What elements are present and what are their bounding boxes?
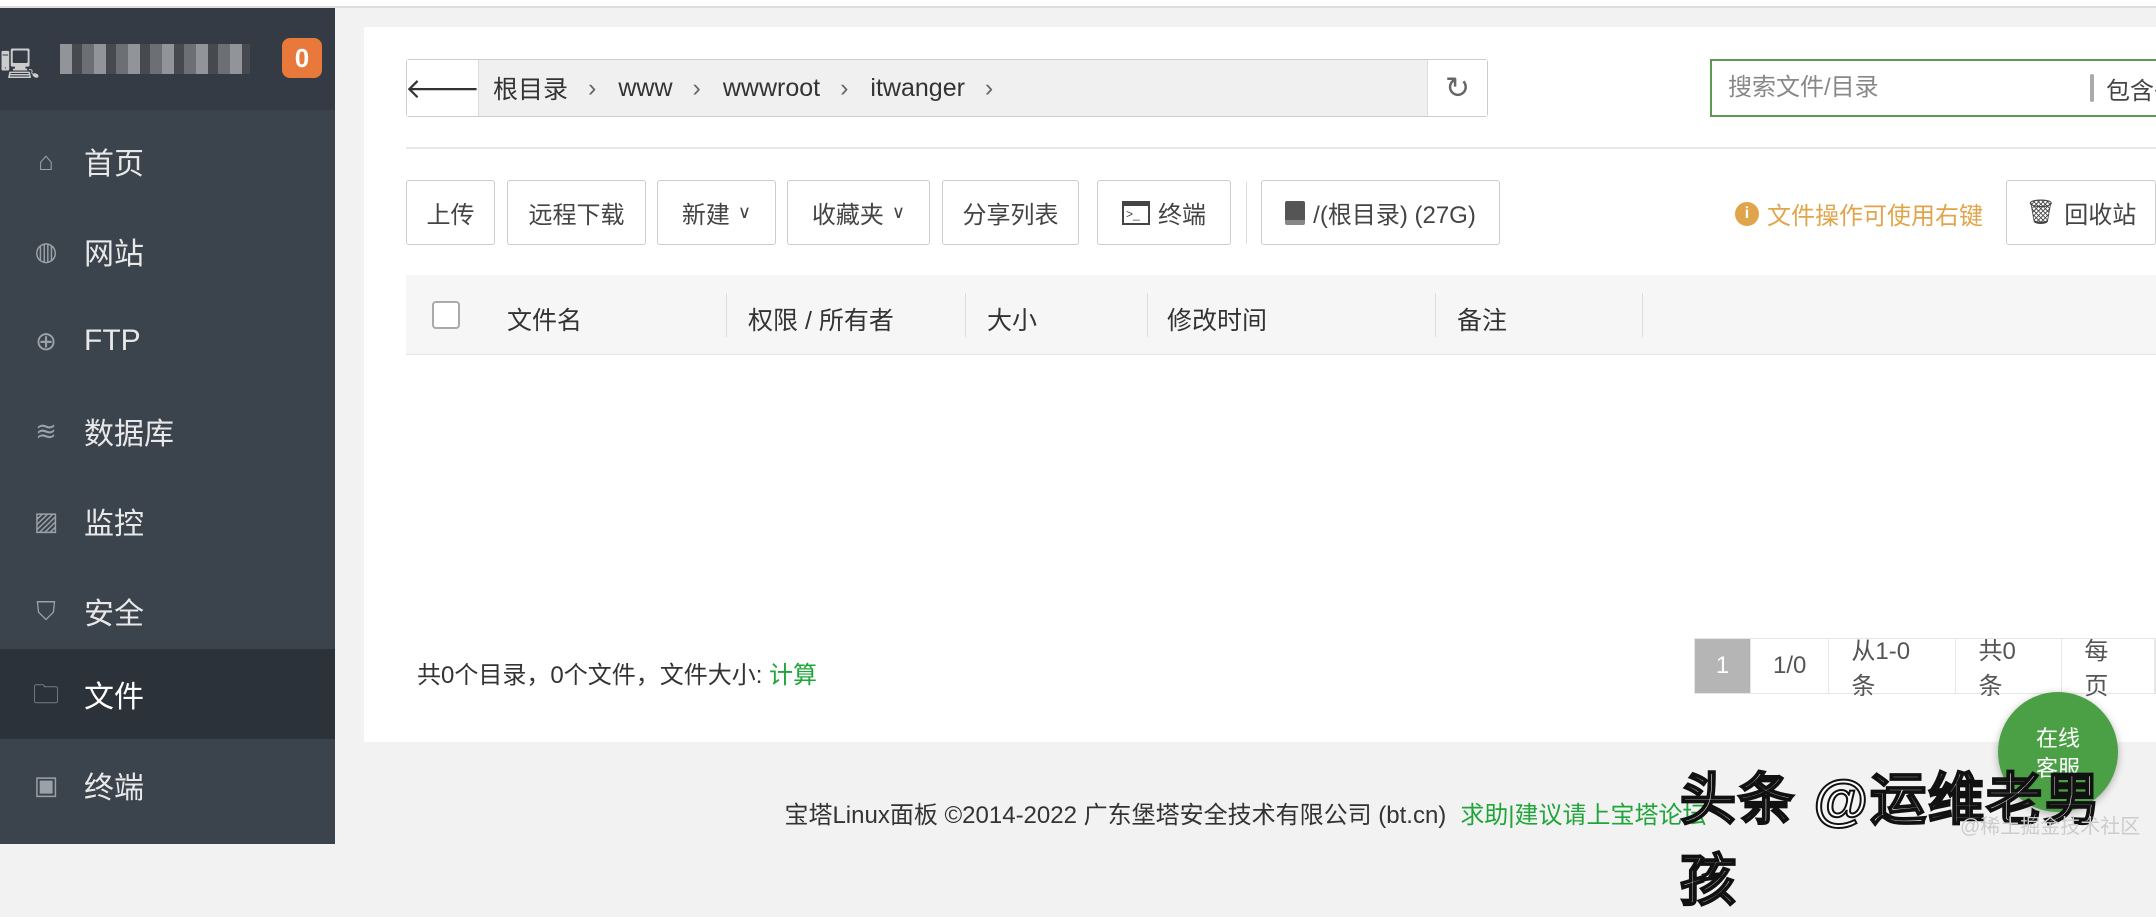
sidebar-item-files[interactable]: 🗀 文件	[0, 649, 335, 739]
recycle-bin-label: 回收站	[2064, 202, 2137, 229]
chevron-right-icon: ›	[984, 73, 994, 102]
page-current[interactable]: 1	[1695, 639, 1751, 693]
notification-badge[interactable]: 0	[282, 38, 322, 78]
file-table-header: 文件名 权限 / 所有者 大小 修改时间 备注	[406, 275, 2156, 355]
database-icon: ≋	[35, 416, 57, 446]
column-header-size[interactable]: 大小	[987, 301, 1037, 337]
column-header-remark[interactable]: 备注	[1457, 301, 1507, 337]
search-input[interactable]	[1712, 74, 2032, 102]
ftp-icon: ⊕	[35, 326, 57, 356]
column-divider	[1435, 293, 1436, 337]
share-list-button[interactable]: 分享列表	[942, 180, 1079, 245]
info-icon: i	[1735, 201, 1759, 226]
total-count: 共0条	[1956, 638, 2063, 700]
column-divider	[1642, 293, 1643, 337]
include-subdir-checkbox[interactable]	[2090, 74, 2094, 102]
sidebar-item-label: 监控	[84, 508, 144, 541]
sidebar-item-label: 首页	[84, 148, 144, 181]
search-box: 包含子	[1710, 59, 2156, 117]
sidebar-item-database[interactable]: ≋ 数据库	[0, 386, 335, 476]
new-label: 新建	[681, 202, 730, 229]
forum-link[interactable]: 求助|建议请上宝塔论坛	[1460, 802, 1706, 829]
toolbar-divider	[1246, 182, 1247, 244]
breadcrumb-item[interactable]: 根目录	[493, 70, 582, 106]
copyright-text: 宝塔Linux面板 ©2014-2022 广东堡塔安全技术有限公司 (bt.cn…	[784, 802, 1447, 829]
shield-icon: ⛉	[36, 596, 56, 626]
upload-button[interactable]: 上传	[406, 180, 495, 245]
remote-download-button[interactable]: 远程下载	[507, 180, 646, 245]
globe-icon: ◍	[34, 236, 58, 266]
favorites-label: 收藏夹	[811, 202, 884, 229]
server-header[interactable]: 🖳 0	[0, 8, 335, 110]
column-header-name[interactable]: 文件名	[507, 301, 582, 337]
column-divider	[965, 293, 966, 337]
sidebar: 🖳 0 ⌂ 首页 ◍ 网站 ⊕ FTP ≋ 数据库 ▨ 监控 ⛉ 安全 🗀 文件 ▣ 终端	[0, 8, 335, 844]
disk-label: /(根目录) (27G)	[1313, 202, 1476, 229]
server-name-blurred	[60, 44, 250, 74]
terminal-label: 终端	[1158, 202, 1206, 229]
include-subdir-label: 包含子	[2106, 77, 2156, 105]
refresh-icon: ↻	[1444, 71, 1471, 105]
sidebar-item-label: FTP	[84, 324, 141, 357]
share-list-label: 分享列表	[962, 202, 1059, 229]
disk-button[interactable]: /(根目录) (27G)	[1261, 180, 1500, 245]
column-header-permission[interactable]: 权限 / 所有者	[748, 301, 894, 337]
sidebar-item-label: 数据库	[84, 418, 174, 451]
back-button[interactable]: 🡐	[404, 60, 481, 116]
watermark-sub: @稀土掘金技术社区	[1960, 816, 2141, 838]
sidebar-item-home[interactable]: ⌂ 首页	[0, 116, 335, 206]
chevron-right-icon: ›	[692, 73, 701, 102]
context-menu-tip: i 文件操作可使用右键	[1735, 196, 1983, 231]
sidebar-item-label: 安全	[84, 598, 144, 631]
chevron-down-icon: ∨	[891, 202, 906, 222]
folder-icon: 🗀	[32, 679, 59, 709]
favorites-button[interactable]: 收藏夹 ∨	[787, 180, 930, 245]
column-divider	[1147, 293, 1148, 337]
per-page-label: 每页	[2062, 638, 2155, 700]
recycle-bin-button[interactable]: 🗑 回收站	[2006, 180, 2156, 245]
upload-label: 上传	[426, 202, 475, 229]
top-border	[0, 0, 2156, 8]
sidebar-item-ftp[interactable]: ⊕ FTP	[0, 296, 335, 386]
chevron-down-icon: ∨	[737, 202, 752, 222]
column-divider	[726, 293, 727, 337]
remote-download-label: 远程下载	[528, 202, 625, 229]
monitor-icon: ▨	[33, 506, 59, 536]
page-count: 1/0	[1751, 639, 1830, 693]
pagination: 1 1/0 从1-0条 共0条 每页	[1694, 638, 2156, 700]
disk-icon	[1285, 200, 1306, 225]
directory-summary: 共0个目录，0个文件，文件大小: 计算	[417, 655, 817, 690]
sidebar-item-website[interactable]: ◍ 网站	[0, 206, 335, 296]
breadcrumb-path[interactable]: 根目录 › www › wwwroot › itwanger ›	[479, 60, 1427, 116]
computer-icon: 🖳	[0, 48, 41, 81]
chevron-right-icon: ›	[840, 73, 849, 102]
sidebar-item-security[interactable]: ⛉ 安全	[0, 566, 335, 656]
sidebar-item-monitor[interactable]: ▨ 监控	[0, 476, 335, 566]
tip-text: 文件操作可使用右键	[1767, 203, 1983, 230]
trash-icon: 🗑	[2025, 199, 2057, 226]
sidebar-item-label: 网站	[84, 238, 144, 271]
breadcrumb-item[interactable]: wwwroot	[723, 74, 834, 103]
sidebar-item-label: 文件	[84, 681, 144, 714]
terminal-icon: >_	[1122, 200, 1150, 225]
breadcrumb-item[interactable]: www	[618, 74, 686, 103]
chevron-right-icon: ›	[588, 73, 597, 102]
page-range: 从1-0条	[1829, 638, 1957, 700]
breadcrumb-item[interactable]: itwanger	[870, 74, 979, 103]
summary-text: 共0个目录，0个文件，文件大小:	[417, 662, 770, 689]
breadcrumb: 🡐 根目录 › www › wwwroot › itwanger › ↻	[404, 59, 1488, 117]
divider	[406, 147, 2156, 149]
home-icon: ⌂	[38, 146, 54, 176]
refresh-button[interactable]: ↻	[1427, 60, 1487, 116]
select-all-checkbox[interactable]	[432, 301, 460, 329]
calculate-size-link[interactable]: 计算	[769, 662, 817, 689]
column-header-modified[interactable]: 修改时间	[1167, 301, 1267, 337]
terminal-button[interactable]: >_ 终端	[1097, 180, 1231, 245]
new-button[interactable]: 新建 ∨	[657, 180, 776, 245]
arrow-left-icon: 🡐	[404, 73, 481, 104]
